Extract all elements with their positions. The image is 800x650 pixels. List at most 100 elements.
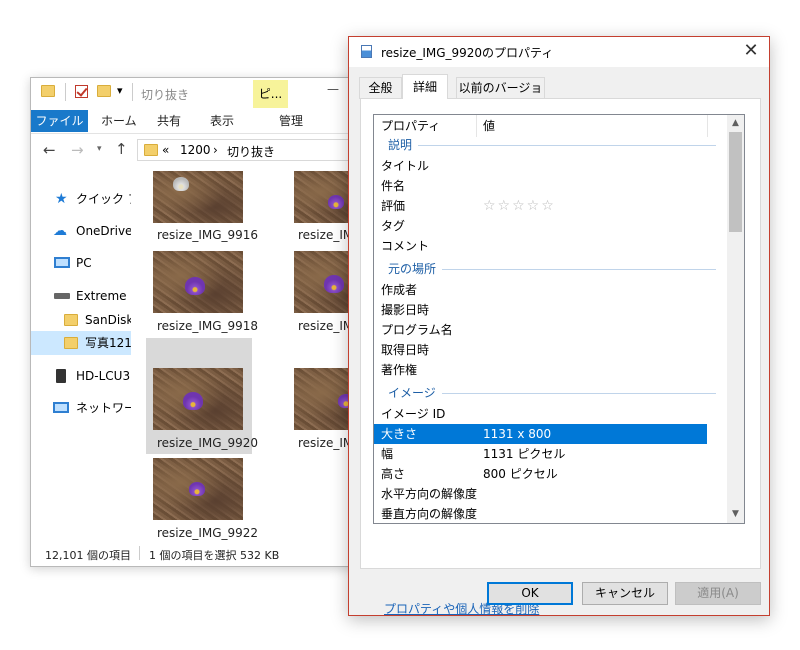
flower-image	[324, 275, 344, 293]
tab-details[interactable]: 詳細	[402, 74, 448, 99]
flower-image	[173, 177, 189, 191]
property-row-vertical-resolution[interactable]: 垂直方向の解像度	[374, 504, 707, 523]
breadcrumb-current[interactable]: 切り抜き	[227, 143, 275, 160]
property-row-date-taken[interactable]: 撮影日時	[374, 300, 707, 320]
tab-general[interactable]: 全般	[359, 77, 402, 99]
column-header-value[interactable]: 値	[483, 115, 495, 137]
thumbnail-9920[interactable]	[153, 368, 243, 430]
thumbnail-9922[interactable]	[153, 458, 243, 520]
vertical-scrollbar[interactable]: ▲ ▼	[727, 115, 744, 523]
property-row-horizontal-resolution[interactable]: 水平方向の解像度	[374, 484, 707, 504]
recent-locations-chevron-icon[interactable]: ▾	[97, 144, 102, 154]
photo-image	[153, 251, 243, 313]
scroll-thumb[interactable]	[729, 132, 742, 232]
property-row-copyright[interactable]: 著作権	[374, 360, 707, 380]
apply-button[interactable]: 適用(A)	[675, 582, 761, 605]
nav-label: HD-LCU3	[76, 369, 131, 383]
dialog-titlebar[interactable]: resize_IMG_9920のプロパティ ✕	[349, 37, 769, 67]
external-drive-icon	[56, 369, 66, 383]
dialog-title: resize_IMG_9920のプロパティ	[381, 46, 554, 60]
properties-check-icon[interactable]	[75, 85, 88, 98]
scroll-up-icon[interactable]: ▲	[727, 115, 744, 132]
property-name: コメント	[381, 239, 430, 253]
property-list[interactable]: プロパティ 値 説明 タイトル 件名 評価 ☆☆☆☆☆ タグ コメント 元の場所 …	[373, 114, 745, 524]
group-divider	[388, 145, 716, 146]
up-arrow-icon[interactable]: ↑	[115, 140, 128, 158]
nav-quick-access[interactable]: ★ クイック アク	[31, 187, 131, 211]
tab-previous-versions[interactable]: 以前のバージョン	[456, 77, 545, 115]
group-label: イメージ	[388, 383, 442, 403]
minimize-button[interactable]: —	[327, 82, 339, 96]
folder-icon[interactable]	[41, 85, 55, 97]
thumbnail-label[interactable]: resize_IMG_9918	[157, 319, 258, 333]
rating-stars-icon[interactable]: ☆☆☆☆☆	[483, 196, 556, 216]
nav-sandisk-folder[interactable]: SanDiskS	[31, 308, 131, 332]
property-row-image-id[interactable]: イメージ ID	[374, 404, 707, 424]
group-header-origin: 元の場所	[374, 259, 716, 279]
property-row-comment[interactable]: コメント	[374, 236, 707, 256]
folder-icon	[64, 337, 78, 349]
photo-image	[153, 458, 243, 520]
thumbnail-label[interactable]: resize_IMG_9922	[157, 526, 258, 540]
property-row-title[interactable]: タイトル	[374, 156, 707, 176]
flower-image	[328, 195, 344, 209]
property-row-date-acquired[interactable]: 取得日時	[374, 340, 707, 360]
property-name: イメージ ID	[381, 407, 446, 421]
thumbnail-label[interactable]: resize_IMG_9920	[157, 436, 258, 450]
thumbnail-label[interactable]: resize_IMG_9916	[157, 228, 258, 242]
close-button[interactable]: ✕	[741, 41, 761, 61]
ribbon-tab-home[interactable]: ホーム	[101, 110, 137, 132]
scroll-down-icon[interactable]: ▼	[727, 506, 744, 523]
flower-image	[189, 482, 205, 496]
property-value[interactable]: 1131 x 800	[483, 424, 551, 444]
ribbon-tab-file[interactable]: ファイル	[31, 110, 88, 132]
address-overflow[interactable]: «	[162, 143, 169, 157]
quick-access-dropdown-icon[interactable]: ▾	[117, 84, 123, 97]
property-row-rating[interactable]: 評価 ☆☆☆☆☆	[374, 196, 707, 216]
ribbon-divider	[31, 133, 359, 134]
thumbnail-9916[interactable]	[153, 171, 243, 223]
status-selection: 1 個の項目を選択 532 KB	[149, 549, 280, 562]
back-arrow-icon[interactable]: ←	[43, 141, 56, 159]
address-bar[interactable]: « 1200 › 切り抜き	[137, 139, 359, 161]
property-row-dimensions[interactable]: 大きさ 1131 x 800	[374, 424, 707, 444]
network-icon	[53, 402, 69, 413]
column-divider[interactable]	[476, 115, 477, 137]
property-row-width[interactable]: 幅 1131 ピクセル	[374, 444, 707, 464]
property-row-subject[interactable]: 件名	[374, 176, 707, 196]
picture-tools-context-tab[interactable]: ピ...	[253, 80, 288, 108]
new-folder-icon[interactable]	[97, 85, 111, 97]
flower-image	[183, 392, 203, 410]
nav-photo-folder[interactable]: 写真1210	[31, 331, 131, 355]
property-value[interactable]: 1131 ピクセル	[483, 444, 565, 464]
cancel-button[interactable]: キャンセル	[582, 582, 668, 605]
ribbon-tab-share[interactable]: 共有	[157, 110, 181, 132]
ribbon-tab-view[interactable]: 表示	[210, 110, 234, 132]
nav-label: OneDrive	[76, 224, 131, 238]
property-name: プログラム名	[381, 323, 453, 337]
ribbon-tab-manage[interactable]: 管理	[279, 110, 303, 132]
property-name: 件名	[381, 179, 406, 193]
window-title: 切り抜き	[141, 88, 190, 102]
property-row-program[interactable]: プログラム名	[374, 320, 707, 340]
forward-arrow-icon[interactable]: →	[71, 141, 84, 159]
nav-network[interactable]: ネットワーク	[31, 396, 131, 420]
column-header-property[interactable]: プロパティ	[381, 115, 440, 137]
property-row-author[interactable]: 作成者	[374, 280, 707, 300]
nav-hd-lcu3[interactable]: HD-LCU3	[31, 364, 131, 388]
property-value[interactable]: 800 ピクセル	[483, 464, 558, 484]
nav-extreme-drive[interactable]: Extreme S	[31, 284, 131, 308]
property-row-tags[interactable]: タグ	[374, 216, 707, 236]
flower-image	[185, 277, 205, 295]
nav-pc[interactable]: PC	[31, 251, 131, 275]
monitor-icon	[54, 257, 70, 268]
breadcrumb-1200[interactable]: 1200	[180, 143, 211, 157]
property-row-height[interactable]: 高さ 800 ピクセル	[374, 464, 707, 484]
thumbnail-9918[interactable]	[153, 251, 243, 313]
column-divider[interactable]	[707, 115, 708, 137]
nav-onedrive[interactable]: ☁ OneDrive	[31, 219, 131, 243]
ok-button[interactable]: OK	[487, 582, 573, 605]
divider	[65, 83, 66, 101]
group-header-image: イメージ	[374, 383, 716, 403]
divider	[132, 83, 133, 101]
